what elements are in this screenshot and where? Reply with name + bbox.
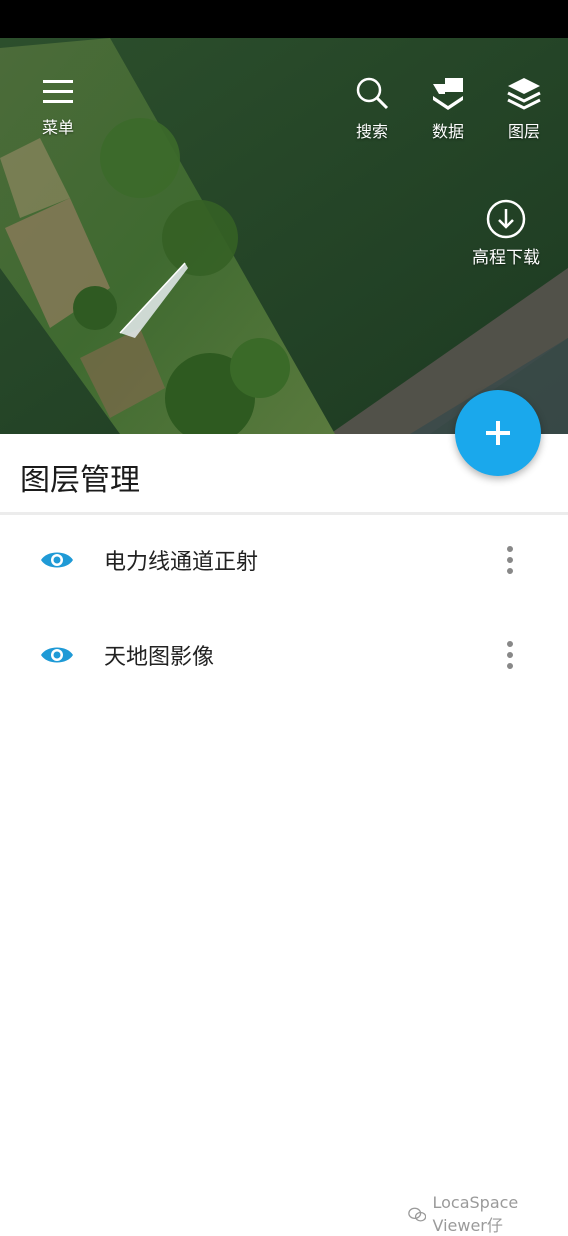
layers-icon	[507, 78, 541, 110]
more-options-icon[interactable]	[500, 544, 520, 576]
status-bar	[0, 0, 568, 38]
menu-button[interactable]: 菜单	[34, 78, 82, 138]
search-label: 搜索	[355, 122, 388, 141]
add-layer-button[interactable]	[455, 390, 541, 476]
data-label: 数据	[431, 122, 464, 141]
plus-icon	[486, 421, 510, 445]
panel-title: 图层管理	[20, 463, 140, 498]
menu-label: 菜单	[41, 118, 74, 137]
elevation-download-button[interactable]: 高程下载	[462, 198, 550, 268]
visibility-eye-icon[interactable]	[40, 643, 74, 667]
layers-button[interactable]: 图层	[500, 76, 548, 142]
elevation-download-label: 高程下载	[472, 248, 540, 268]
wechat-icon	[408, 1207, 427, 1222]
download-circle-icon	[486, 199, 526, 239]
layer-name: 天地图影像	[104, 645, 215, 670]
data-button[interactable]: 数据	[424, 76, 472, 142]
layer-row[interactable]: 电力线通道正射	[0, 514, 568, 608]
visibility-eye-icon[interactable]	[40, 548, 74, 572]
search-icon	[356, 77, 389, 110]
more-options-icon[interactable]	[500, 639, 520, 671]
hamburger-menu-icon	[43, 80, 73, 103]
layers-label: 图层	[507, 122, 540, 141]
layer-row[interactable]: 天地图影像	[0, 609, 568, 703]
map-view[interactable]: 菜单 搜索 数据 图层 高程下载	[0, 38, 568, 434]
data-icon	[433, 78, 463, 110]
search-button[interactable]: 搜索	[348, 76, 396, 142]
layer-name: 电力线通道正射	[104, 550, 259, 575]
